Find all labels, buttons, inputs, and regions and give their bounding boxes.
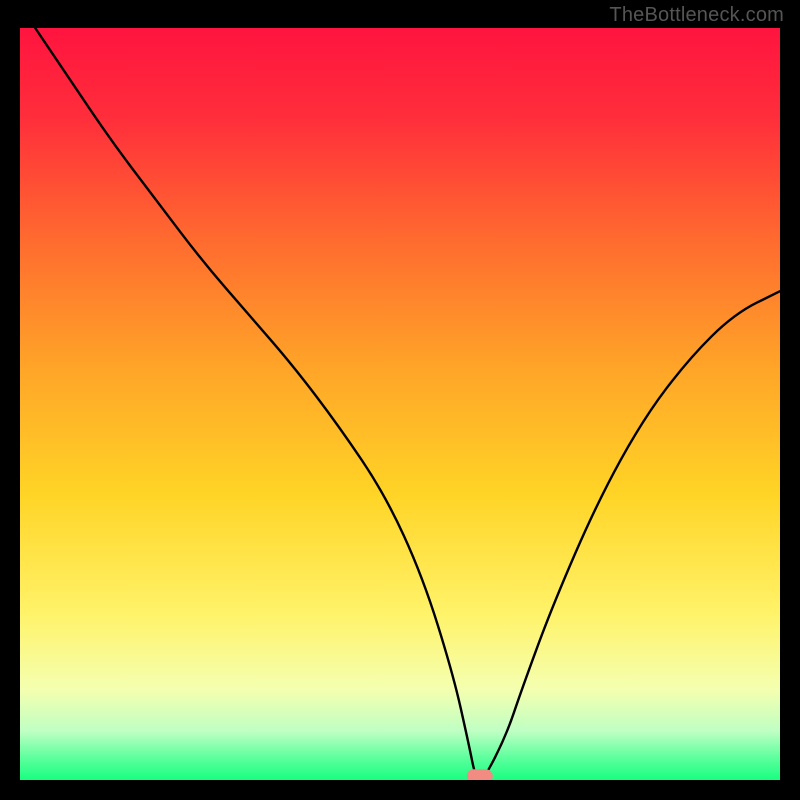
chart-container: TheBottleneck.com	[0, 0, 800, 800]
watermark-text: TheBottleneck.com	[609, 4, 784, 27]
plot-frame	[20, 28, 780, 780]
optimal-point-marker	[467, 769, 493, 780]
gradient-background	[20, 28, 780, 780]
bottleneck-chart	[20, 28, 780, 780]
